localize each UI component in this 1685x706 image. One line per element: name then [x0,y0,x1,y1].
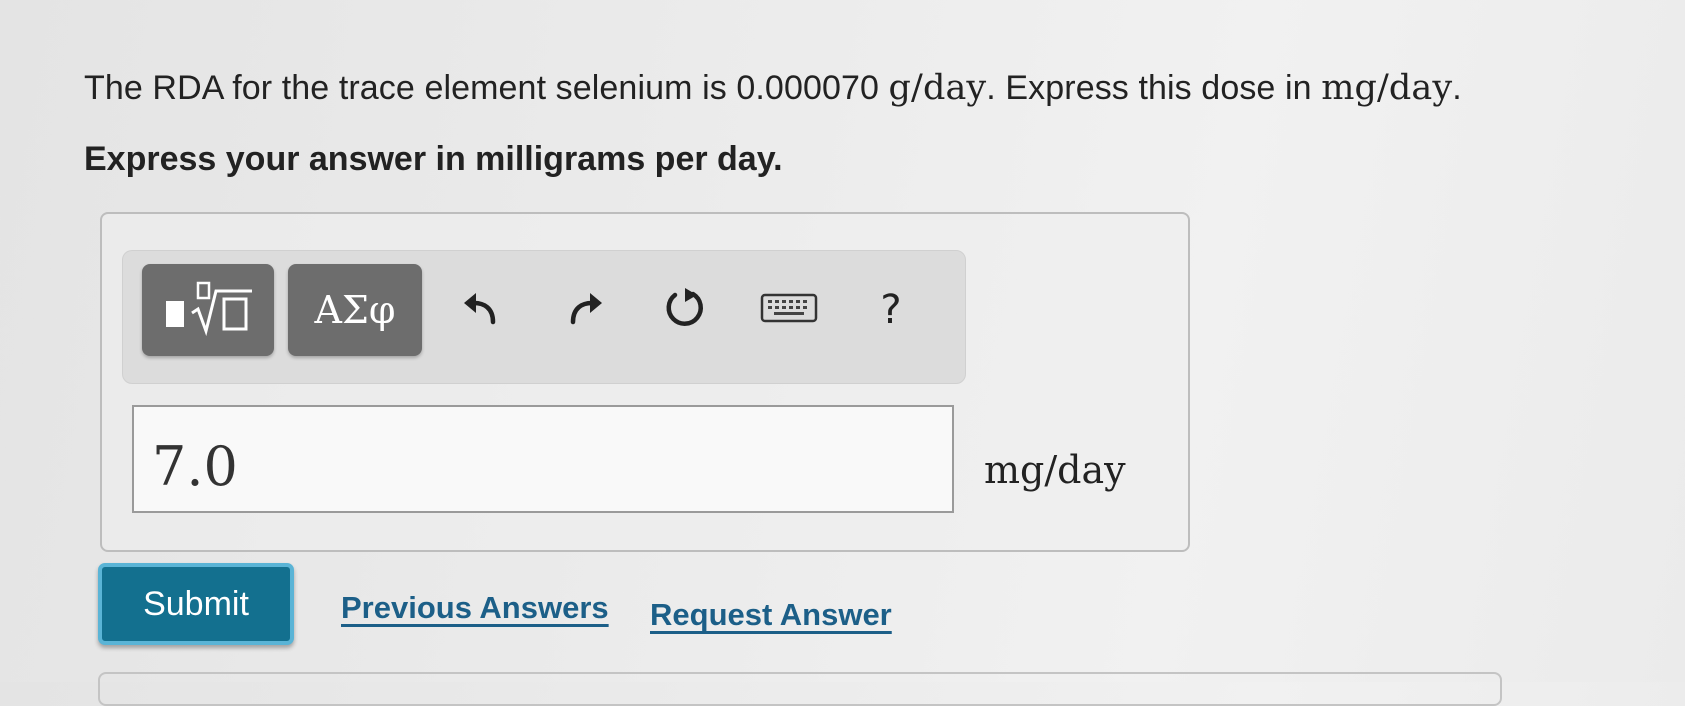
undo-button[interactable] [450,272,510,348]
redo-icon [566,288,606,333]
question-suffix: . [1452,69,1462,107]
keyboard-icon [760,291,818,330]
greek-symbols-button[interactable]: ΑΣφ [288,264,422,356]
answer-instruction: Express your answer in milligrams per da… [84,140,783,178]
fraction-radical-template-icon [158,279,258,342]
question-prefix: The RDA for the trace element selenium i… [84,69,879,107]
next-panel-edge [98,672,1502,706]
templates-button[interactable] [142,264,274,356]
question-middle: . Express this dose in [986,69,1312,107]
reset-button[interactable] [652,272,718,348]
redo-button[interactable] [556,272,616,348]
question-text: The RDA for the trace element selenium i… [84,68,1462,108]
help-label: ? [880,287,902,333]
target-unit: mg/day [1321,68,1453,108]
reset-icon [663,285,707,336]
given-unit: g/day [888,68,987,108]
previous-answers-link[interactable]: Previous Answers [341,590,609,626]
help-button[interactable]: ? [866,272,916,348]
answer-input[interactable] [132,405,954,513]
answer-unit: mg/day [984,448,1126,492]
request-answer-link[interactable]: Request Answer [650,597,892,633]
submit-button[interactable]: Submit [98,563,294,645]
keyboard-button[interactable] [752,272,826,348]
undo-icon [460,288,500,333]
greek-symbols-label: ΑΣφ [314,288,396,332]
